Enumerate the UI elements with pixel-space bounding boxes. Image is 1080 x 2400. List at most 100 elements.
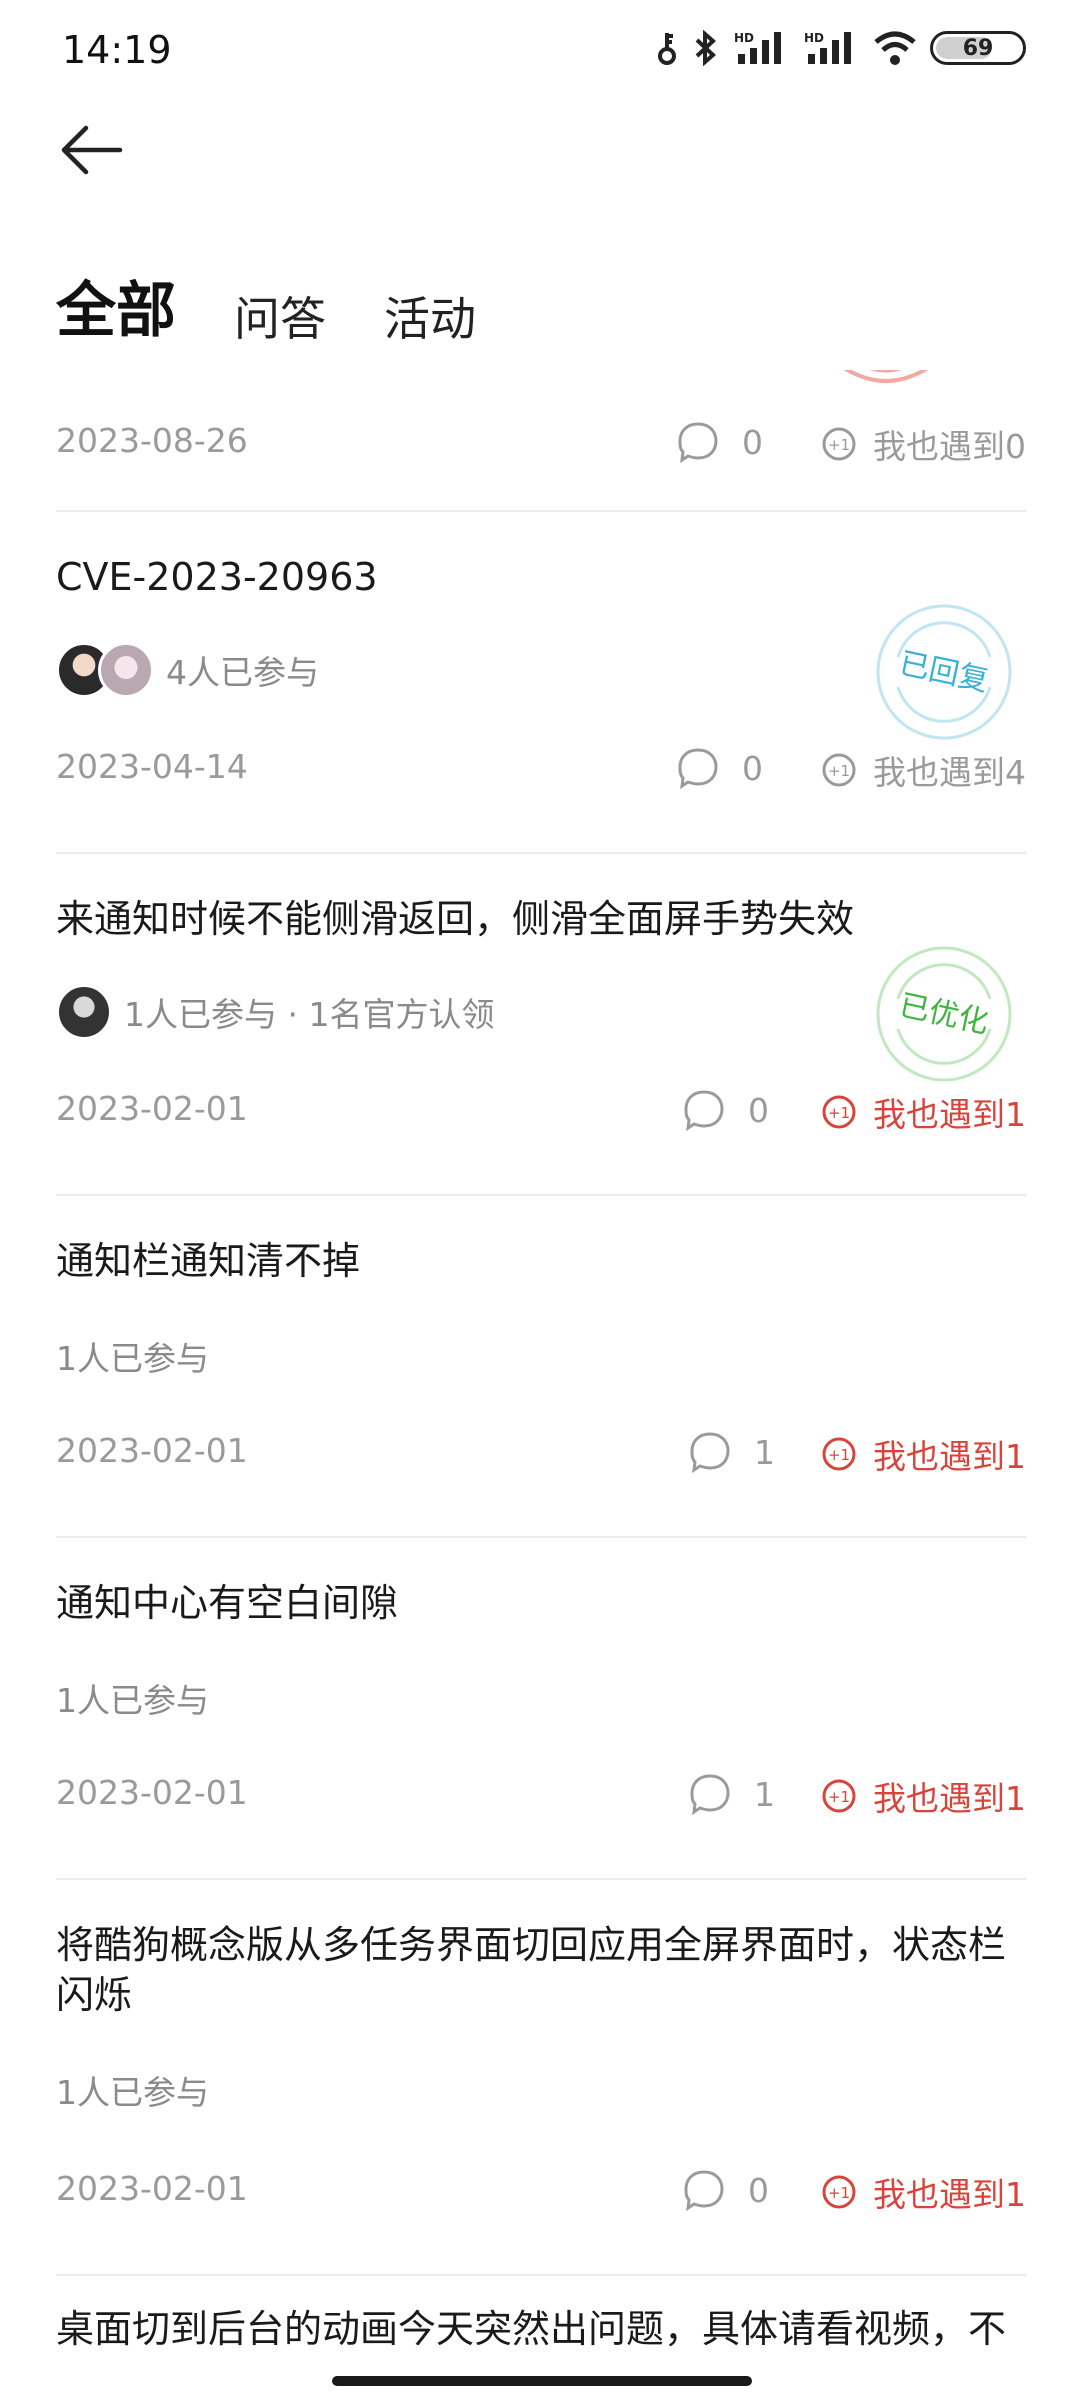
status-icons: HD HD 69	[656, 30, 1026, 66]
item-date: 2023-02-01	[56, 1431, 248, 1470]
svg-text:+1: +1	[828, 1104, 850, 1122]
svg-text:HD: HD	[734, 31, 754, 45]
stamp-partial-icon	[843, 370, 929, 383]
battery-level: 69	[962, 35, 994, 61]
tab-qa[interactable]: 问答	[234, 283, 326, 349]
avatar	[98, 642, 154, 698]
status-time: 14:19	[62, 28, 172, 72]
me-too-label: 我也遇到1	[873, 1095, 1026, 1134]
item-title: CVE-2023-20963	[56, 555, 378, 599]
item-title: 通知栏通知清不掉	[56, 1239, 361, 1283]
plus-one-icon: +1	[822, 2175, 856, 2209]
comment-count[interactable]: 0	[682, 1088, 769, 1132]
me-too-button[interactable]: +1 我也遇到1	[819, 1430, 1026, 1478]
svg-text:+1: +1	[828, 762, 850, 780]
comment-count-value: 1	[754, 1774, 775, 1814]
participants-text: 1人已参与	[56, 1339, 209, 1378]
home-indicator[interactable]	[332, 2376, 752, 2386]
list-item[interactable]: 来通知时候不能侧滑返回，侧滑全面屏手势失效 1人已参与 · 1名官方认领 已优化…	[56, 852, 1026, 1196]
item-footer: 2023-02-01 1 +1 我也遇到1	[56, 1768, 1026, 1818]
me-too-button[interactable]: +1 我也遇到1	[819, 1088, 1026, 1136]
comment-icon	[684, 2170, 724, 2212]
stamp-label: 已优化	[896, 988, 991, 1041]
comment-icon	[690, 1774, 730, 1816]
item-date: 2023-04-14	[56, 747, 248, 786]
item-date: 2023-02-01	[56, 2169, 248, 2208]
me-too-button[interactable]: +1 我也遇到1	[819, 1772, 1026, 1820]
participants-text: 1人已参与	[56, 2073, 209, 2112]
signal-hd-icon-2: HD	[804, 31, 851, 64]
comment-count[interactable]: 0	[676, 420, 763, 464]
item-participants: 4人已参与	[56, 642, 319, 698]
me-too-button[interactable]: +1 我也遇到4	[819, 746, 1026, 794]
item-title: 桌面切到后台的动画今天突然出问题，具体请看视频，不	[56, 2307, 1007, 2351]
avatar	[56, 984, 112, 1040]
plus-one-icon: +1	[822, 1437, 856, 1471]
key-icon	[658, 33, 676, 65]
comment-count-value: 0	[748, 2170, 769, 2210]
stamp-label: 已回复	[896, 646, 991, 699]
comment-count-value: 1	[754, 1432, 775, 1472]
plus-one-icon: +1	[822, 753, 856, 787]
participants-text: 1人已参与 · 1名官方认领	[124, 995, 495, 1034]
participants-text: 4人已参与	[166, 653, 319, 692]
item-footer: 2023-02-01 0 +1 我也遇到1	[56, 1084, 1026, 1134]
item-footer: 2023-02-01 0 +1 我也遇到1	[56, 2164, 1026, 2214]
svg-text:HD: HD	[804, 31, 824, 45]
list-item[interactable]: 2023-08-26 0 +1 我也遇到0	[56, 370, 1026, 512]
comment-count-value: 0	[748, 1090, 769, 1130]
me-too-label: 我也遇到1	[873, 1779, 1026, 1818]
item-participants: 1人已参与	[56, 1332, 209, 1380]
comment-icon	[678, 422, 718, 464]
item-title: 将酷狗概念版从多任务界面切回应用全屏界面时，状态栏闪烁	[56, 1923, 1007, 2017]
item-footer: 2023-08-26 0 +1 我也遇到0	[56, 416, 1026, 466]
comment-icon	[678, 748, 718, 790]
participants-text: 1人已参与	[56, 1681, 209, 1720]
me-too-button[interactable]: +1 我也遇到0	[819, 420, 1026, 468]
item-participants: 1人已参与	[56, 2066, 209, 2114]
optimized-stamp-icon: 已优化	[876, 946, 1012, 1082]
tab-bar: 全部 问答 活动	[56, 262, 476, 349]
list-item[interactable]: 桌面切到后台的动画今天突然出问题，具体请看视频，不	[56, 2274, 1026, 2360]
comment-icon	[684, 1090, 724, 1132]
plus-one-icon: +1	[822, 427, 856, 461]
item-participants: 1人已参与	[56, 1674, 209, 1722]
list-item[interactable]: CVE-2023-20963 4人已参与 已回复 2023-04-14 0 +1…	[56, 510, 1026, 854]
back-button[interactable]	[56, 120, 128, 180]
item-date: 2023-02-01	[56, 1089, 248, 1128]
plus-one-icon: +1	[822, 1095, 856, 1129]
arrow-left-icon	[61, 125, 123, 175]
comment-count[interactable]: 1	[688, 1772, 775, 1816]
battery-icon: 69	[930, 31, 1026, 65]
me-too-label: 我也遇到1	[873, 1437, 1026, 1476]
list-item[interactable]: 通知栏通知清不掉 1人已参与 2023-02-01 1 +1 我也遇到1	[56, 1194, 1026, 1538]
comment-count[interactable]: 0	[676, 746, 763, 790]
item-date: 2023-08-26	[56, 421, 248, 460]
comment-count-value: 0	[742, 748, 763, 788]
me-too-label: 我也遇到0	[873, 427, 1026, 466]
status-bar: 14:19 HD HD 69	[0, 0, 1080, 100]
comment-count[interactable]: 1	[688, 1430, 775, 1474]
item-participants: 1人已参与 · 1名官方认领	[56, 984, 494, 1040]
me-too-label: 我也遇到1	[873, 2175, 1026, 2214]
svg-text:+1: +1	[828, 1788, 850, 1806]
signal-hd-icon: HD	[734, 31, 781, 64]
comment-count[interactable]: 0	[682, 2168, 769, 2212]
list-item[interactable]: 通知中心有空白间隙 1人已参与 2023-02-01 1 +1 我也遇到1	[56, 1536, 1026, 1880]
item-title: 通知中心有空白间隙	[56, 1581, 399, 1625]
svg-text:+1: +1	[828, 2184, 850, 2202]
bluetooth-icon	[695, 30, 716, 66]
comment-icon	[690, 1432, 730, 1474]
me-too-button[interactable]: +1 我也遇到1	[819, 2168, 1026, 2216]
wifi-icon	[874, 31, 916, 65]
svg-text:+1: +1	[828, 1446, 850, 1464]
list-item[interactable]: 将酷狗概念版从多任务界面切回应用全屏界面时，状态栏闪烁 1人已参与 2023-0…	[56, 1878, 1026, 2276]
item-footer: 2023-04-14 0 +1 我也遇到4	[56, 742, 1026, 792]
item-title: 来通知时候不能侧滑返回，侧滑全面屏手势失效	[56, 897, 855, 941]
me-too-label: 我也遇到4	[873, 753, 1026, 792]
replied-stamp-icon: 已回复	[876, 604, 1012, 740]
tab-all[interactable]: 全部	[56, 262, 176, 349]
svg-text:+1: +1	[828, 436, 850, 454]
tab-activity[interactable]: 活动	[384, 283, 476, 349]
plus-one-icon: +1	[822, 1779, 856, 1813]
